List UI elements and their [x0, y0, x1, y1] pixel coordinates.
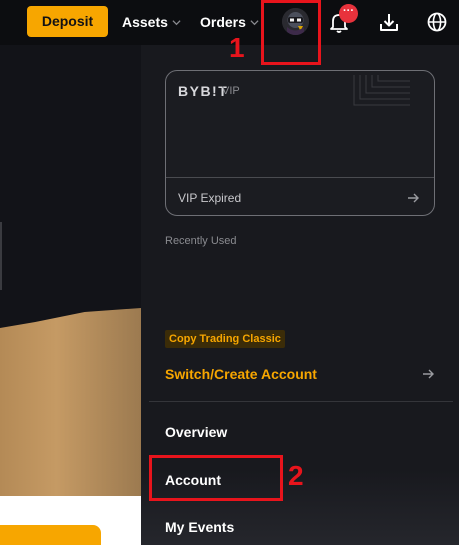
screen: Deposit Assets Orders ··· BYB!T VIP VIP …	[0, 0, 459, 545]
annotation-number-2: 2	[288, 460, 304, 491]
chevron-down-icon	[250, 19, 259, 25]
vip-status: VIP Expired	[178, 191, 242, 205]
download-icon[interactable]	[378, 11, 400, 33]
page-edge-strip	[0, 222, 2, 290]
vip-card[interactable]: BYB!T VIP VIP Expired	[165, 70, 435, 216]
vip-brand-logo: BYB!T	[178, 83, 229, 99]
arrow-right-icon[interactable]	[421, 367, 435, 381]
annotation-box-avatar	[261, 0, 321, 65]
nav-orders-label: Orders	[200, 14, 246, 30]
globe-icon[interactable]	[426, 11, 448, 33]
menu-item-my-events[interactable]: My Events	[165, 519, 234, 535]
notification-badge: ···	[339, 4, 358, 23]
annotation-box-account	[149, 455, 283, 501]
nav-assets[interactable]: Assets	[122, 13, 181, 31]
recently-used-label: Recently Used	[165, 235, 237, 247]
nav-orders[interactable]: Orders	[200, 13, 259, 31]
copy-trading-badge: Copy Trading Classic	[165, 330, 285, 348]
vip-tag: VIP	[222, 85, 240, 97]
page-action-button[interactable]	[0, 525, 101, 545]
switch-account-link[interactable]: Switch/Create Account	[165, 366, 317, 382]
deposit-button[interactable]: Deposit	[27, 6, 108, 37]
chevron-down-icon	[172, 19, 181, 25]
nav-assets-label: Assets	[122, 14, 168, 30]
arrow-right-icon	[408, 193, 419, 203]
annotation-number-1: 1	[229, 32, 245, 63]
panel-divider	[149, 401, 453, 402]
vip-divider	[166, 177, 434, 178]
vip-decoration-icon	[353, 75, 410, 106]
menu-item-overview[interactable]: Overview	[165, 424, 227, 440]
promo-banner-image	[0, 300, 141, 496]
